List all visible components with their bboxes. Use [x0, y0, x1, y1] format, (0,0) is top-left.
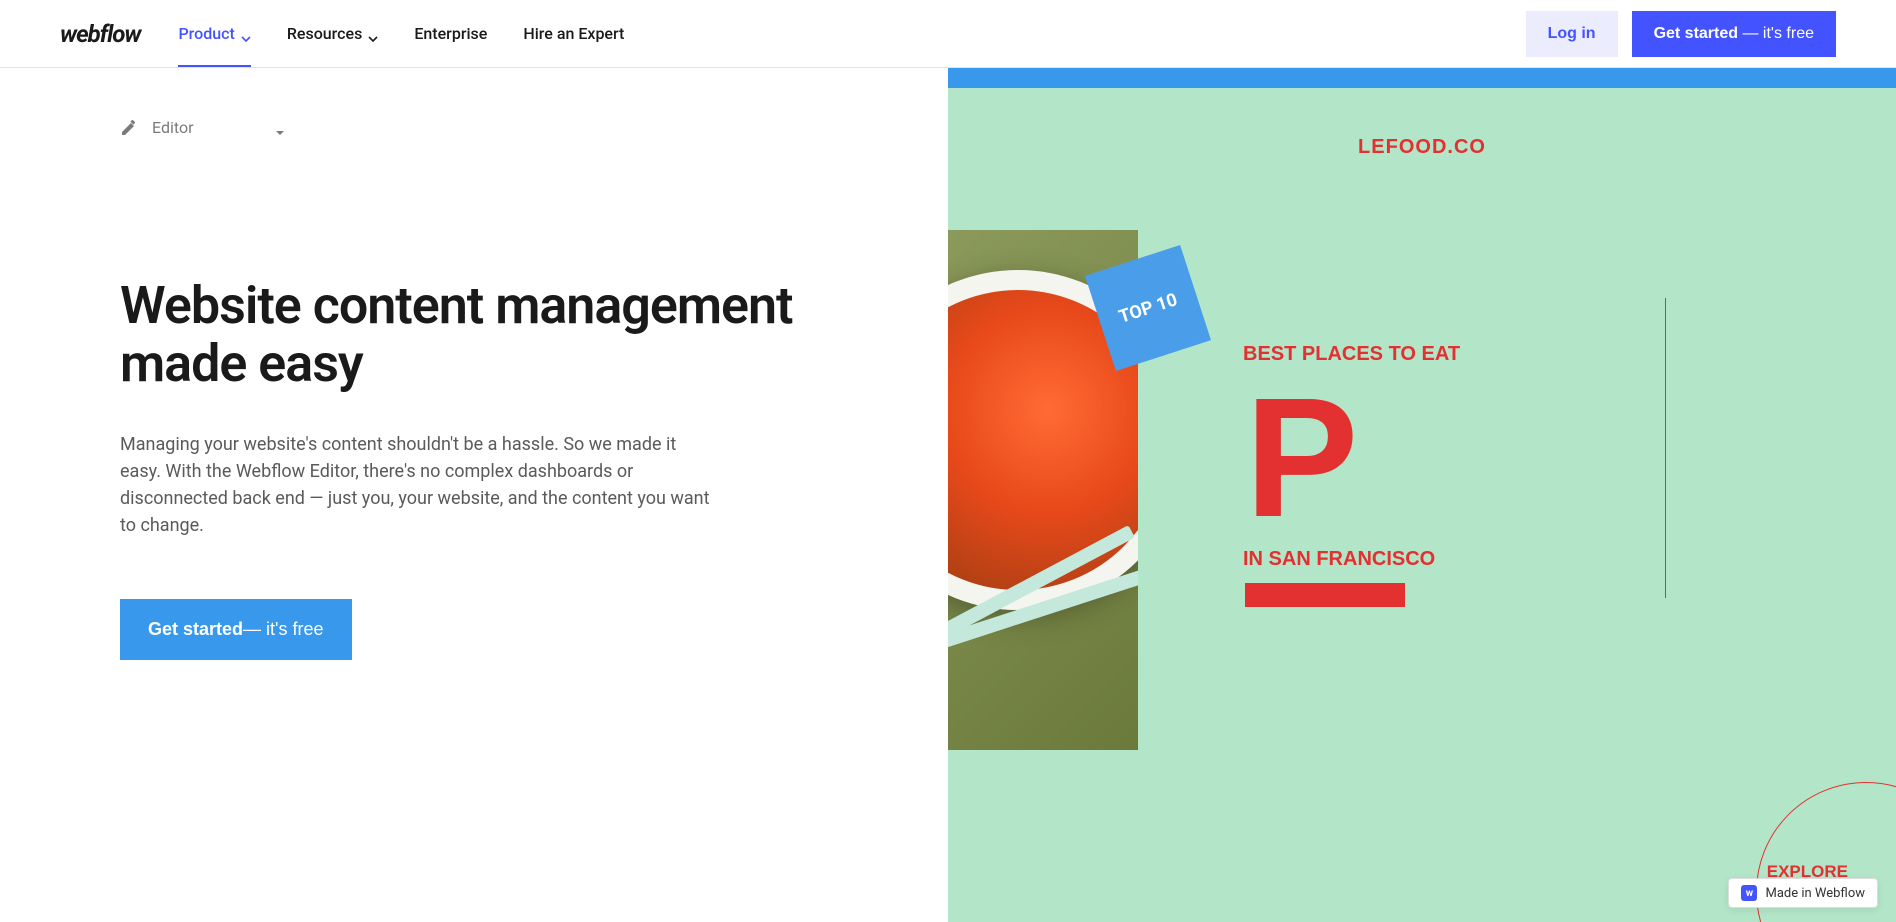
- nav-link-product[interactable]: Product: [178, 24, 250, 67]
- preview-brand: LEFOOD.CO: [1358, 136, 1486, 159]
- chevron-down-icon: [368, 29, 378, 39]
- red-accent-bar: [1245, 583, 1405, 607]
- cta-bold: Get started: [148, 619, 243, 640]
- nav-link-enterprise[interactable]: Enterprise: [414, 24, 487, 43]
- cta-bold: Get started: [1654, 25, 1738, 42]
- made-in-webflow-badge[interactable]: w Made in Webflow: [1728, 878, 1878, 908]
- divider-line: [1665, 298, 1666, 598]
- badge-text: TOP 10: [1116, 289, 1180, 328]
- nav-link-label: Resources: [287, 24, 363, 43]
- get-started-nav-button[interactable]: Get started — it's free: [1632, 11, 1836, 57]
- edit-icon: [120, 119, 138, 137]
- nav-left: webflow Product Resources Enterprise Hir…: [60, 20, 624, 48]
- logo[interactable]: webflow: [60, 20, 140, 48]
- made-in-label: Made in Webflow: [1765, 886, 1865, 901]
- chevron-down-icon: [241, 29, 251, 39]
- nav-link-hire-expert[interactable]: Hire an Expert: [523, 24, 624, 43]
- nav-right: Log in Get started — it's free: [1526, 11, 1836, 57]
- nav-link-label: Enterprise: [414, 24, 487, 43]
- cta-light: — it's free: [1738, 25, 1814, 42]
- get-started-hero-button[interactable]: Get started — it's free: [120, 599, 352, 660]
- hero-section: Editor Website content management made e…: [0, 68, 1896, 922]
- webflow-icon: w: [1741, 885, 1757, 901]
- nav-link-label: Hire an Expert: [523, 24, 624, 43]
- hero-preview: LEFOOD.CO TOP 10 BEST PLACES TO EAT P IN…: [948, 68, 1896, 922]
- preview-big-letter: P: [1245, 373, 1358, 543]
- breadcrumb-label: Editor: [152, 118, 193, 137]
- cta-light: — it's free: [243, 619, 323, 640]
- nav-links: Product Resources Enterprise Hire an Exp…: [178, 24, 624, 43]
- hero-description: Managing your website's content shouldn'…: [120, 431, 720, 539]
- nav-link-resources[interactable]: Resources: [287, 24, 379, 43]
- page-title: Website content management made easy: [120, 277, 888, 393]
- hero-left: Editor Website content management made e…: [0, 68, 948, 922]
- breadcrumb[interactable]: Editor: [120, 118, 888, 137]
- preview-headline-2: IN SAN FRANCISCO: [1243, 548, 1435, 571]
- login-button[interactable]: Log in: [1526, 11, 1618, 57]
- nav-link-label: Product: [178, 24, 234, 43]
- chevron-down-icon: [275, 123, 285, 133]
- top-nav: webflow Product Resources Enterprise Hir…: [0, 0, 1896, 68]
